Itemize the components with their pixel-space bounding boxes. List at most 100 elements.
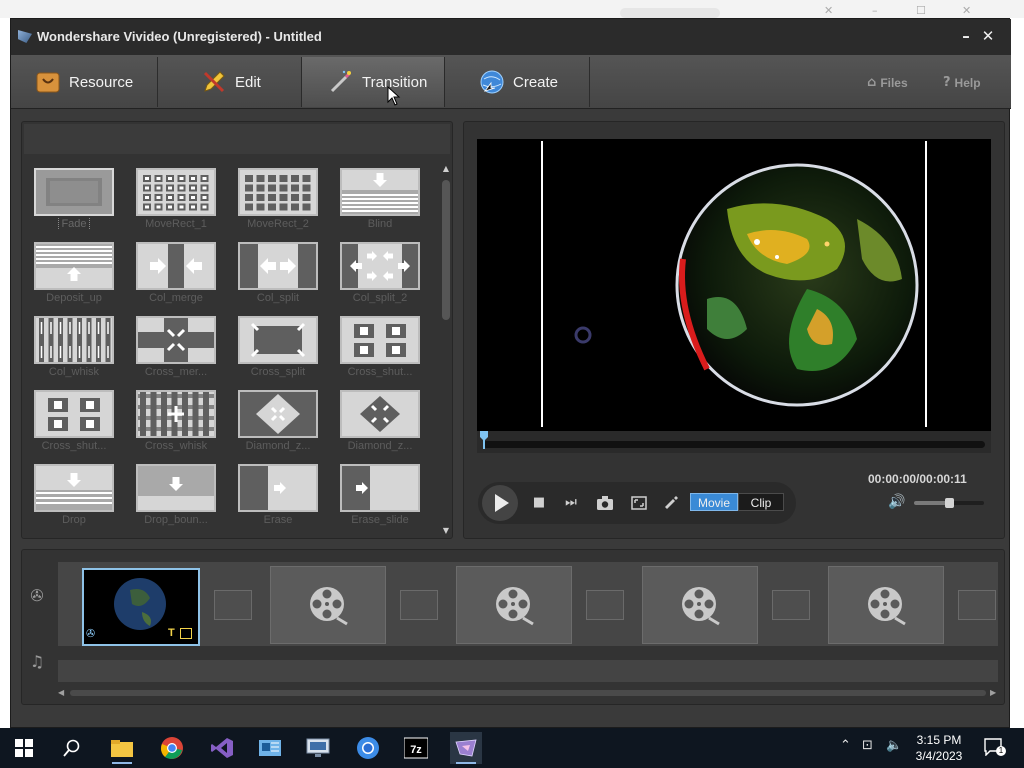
transition-tile[interactable]: Cross_mer... (136, 316, 216, 386)
transition-slot[interactable] (214, 590, 252, 620)
empty-clip-slot[interactable] (828, 566, 944, 644)
main-tab-bar: Resource Edit Transition Create ⌂ Files (11, 55, 1011, 109)
audio-track[interactable] (58, 660, 998, 682)
transition-label: Fade (34, 218, 120, 230)
tab-create[interactable]: Create (479, 57, 589, 107)
7zip-icon[interactable]: 7z (400, 732, 432, 764)
search-icon[interactable] (56, 732, 88, 764)
scroll-down-icon[interactable]: ▼ (440, 526, 452, 536)
tab-edit[interactable]: Edit (201, 57, 301, 107)
close-button[interactable]: ✕ (977, 25, 999, 47)
scroll-up-icon[interactable]: ▲ (440, 164, 452, 174)
notification-center-icon[interactable]: 1 (984, 738, 1006, 757)
volume-icon[interactable]: 🔊 (888, 494, 906, 512)
tab-transition[interactable]: Transition (301, 57, 445, 107)
volume-knob[interactable] (945, 498, 954, 508)
play-button[interactable] (482, 485, 518, 521)
cross-merge-thumbnail (136, 316, 216, 364)
transition-label: Drop_boun... (130, 514, 222, 526)
speaker-icon[interactable]: 🔈 (886, 738, 902, 753)
transition-tile[interactable]: Diamond_z... (340, 390, 420, 460)
files-link[interactable]: ⌂ Files (867, 75, 908, 90)
tab-resource[interactable]: Resource (35, 57, 165, 107)
transition-label-text: MoveRect_2 (247, 218, 309, 230)
empty-clip-slot[interactable] (456, 566, 572, 644)
transition-tile[interactable]: Col_whisk (34, 316, 114, 386)
transition-tile[interactable]: Drop (34, 464, 114, 532)
scroll-right-icon[interactable]: ▶ (990, 688, 996, 698)
scroll-left-icon[interactable]: ◀ (58, 688, 64, 698)
background-maximize-icon: ☐ (916, 4, 926, 17)
system-clock[interactable]: 3:15 PM 3/4/2023 (908, 732, 970, 764)
timeline-scroll-thumb[interactable] (70, 690, 986, 696)
title-bar[interactable]: Wondershare Vivideo (Unregistered) - Unt… (11, 19, 1011, 55)
transition-tile[interactable]: MoveRect_2 (238, 168, 318, 238)
timeline-scrollbar[interactable]: ◀ ▶ (58, 688, 998, 698)
transition-tile[interactable]: Diamond_z... (238, 390, 318, 460)
diamond-zoom-2-thumbnail (340, 390, 420, 438)
transition-tile[interactable]: Col_merge (136, 242, 216, 312)
transition-slot[interactable] (958, 590, 996, 620)
timeline-clip[interactable]: ✇ T (82, 568, 200, 646)
empty-clip-slot[interactable] (270, 566, 386, 644)
brush-icon[interactable] (662, 494, 680, 512)
transition-tile[interactable]: Col_split (238, 242, 318, 312)
transition-tile[interactable]: Col_split_2 (340, 242, 420, 312)
remote-desktop-icon[interactable] (302, 732, 334, 764)
transition-label-text: Fade (58, 218, 90, 230)
transition-label-text: Col_whisk (48, 366, 100, 378)
file-explorer-icon[interactable] (106, 732, 138, 764)
next-frame-icon[interactable]: ⏭ (562, 494, 580, 512)
transition-label-text: Drop_boun... (144, 514, 208, 526)
transition-label: Erase_slide (334, 514, 426, 526)
cross-whisk-thumbnail (136, 390, 216, 438)
transition-tile[interactable]: Fade (34, 168, 114, 238)
tab-edit-label: Edit (235, 73, 261, 91)
transition-label: Cross_split (232, 366, 324, 378)
stop-icon[interactable]: ■ (530, 494, 548, 512)
fullscreen-icon[interactable] (630, 494, 648, 512)
movie-mode-button[interactable]: Movie (690, 493, 738, 511)
chrome-alt-icon[interactable] (352, 732, 384, 764)
background-tab (620, 8, 720, 18)
playhead-icon[interactable] (479, 431, 489, 449)
seek-bar[interactable] (477, 431, 991, 453)
chevron-up-icon[interactable]: ⌃ (840, 738, 851, 753)
chrome-icon[interactable] (156, 732, 188, 764)
outlook-icon[interactable] (254, 732, 286, 764)
transition-tile[interactable]: Erase_slide (340, 464, 420, 532)
transition-label-text: Erase (263, 514, 293, 526)
transition-label: Drop (34, 514, 120, 526)
cross-shutter-2-thumbnail (34, 390, 114, 438)
running-indicator (456, 762, 476, 764)
visual-studio-icon[interactable] (206, 732, 238, 764)
vivideo-icon[interactable] (450, 732, 482, 764)
transition-tile[interactable]: Cross_split (238, 316, 318, 386)
transition-tile[interactable]: MoveRect_1 (136, 168, 216, 238)
empty-clip-slot[interactable] (642, 566, 758, 644)
help-link[interactable]: ? Help (943, 75, 981, 90)
volume-slider[interactable] (914, 498, 984, 508)
transition-tile[interactable]: Deposit_up (34, 242, 114, 312)
video-preview[interactable] (477, 139, 991, 431)
windows-start-icon[interactable] (8, 732, 40, 764)
transition-slot[interactable] (400, 590, 438, 620)
transition-tile[interactable]: Blind (340, 168, 420, 238)
transition-label-text: Cross_split (250, 366, 306, 378)
transition-slot[interactable] (772, 590, 810, 620)
network-icon[interactable]: ⊡ (862, 738, 873, 753)
library-scrollbar[interactable]: ▲ ▼ (440, 164, 452, 536)
tab-divider (589, 57, 590, 107)
transition-tile[interactable]: Cross_shut... (340, 316, 420, 386)
transition-slot[interactable] (586, 590, 624, 620)
snapshot-camera-icon[interactable] (596, 494, 614, 512)
transition-tile[interactable]: Cross_shut... (34, 390, 114, 460)
transition-tile[interactable]: Erase (238, 464, 318, 532)
minimize-button[interactable]: – (955, 25, 977, 47)
pencil-icon (201, 69, 227, 95)
transition-tile[interactable]: Drop_boun... (136, 464, 216, 532)
transition-label: Col_whisk (34, 366, 120, 378)
scroll-thumb[interactable] (442, 180, 450, 320)
clip-mode-button[interactable]: Clip (738, 493, 784, 511)
transition-tile[interactable]: Cross_whisk (136, 390, 216, 460)
